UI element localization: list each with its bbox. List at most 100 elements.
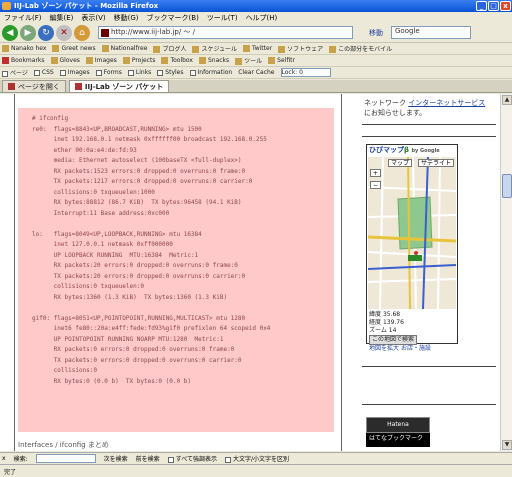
- menu-tools[interactable]: ツール(T): [207, 13, 238, 23]
- folder-icon: [278, 46, 286, 53]
- divider: [362, 124, 496, 125]
- zoom-in-button[interactable]: +: [370, 169, 382, 177]
- checkbox-icon: [2, 70, 8, 77]
- find-input[interactable]: [35, 454, 96, 463]
- checkbox-icon: [127, 69, 134, 76]
- bookmark-item[interactable]: Nanako hex: [2, 45, 46, 52]
- toolbar-item[interactable]: ツール: [235, 56, 262, 65]
- bookmark-item[interactable]: スケジュール: [192, 44, 237, 53]
- scroll-down-icon[interactable]: ▼: [502, 440, 512, 450]
- toolbar-item[interactable]: Projects: [122, 57, 155, 64]
- devbar-item[interactable]: Clear Cache: [238, 69, 274, 76]
- map-search-button[interactable]: この地図で検索: [369, 335, 418, 345]
- reload-icon[interactable]: ↻: [38, 24, 54, 41]
- find-prev-button[interactable]: 前を検索: [136, 454, 160, 463]
- toolbar-item[interactable]: Images: [85, 57, 117, 64]
- vertical-scrollbar[interactable]: ▲ ▼: [500, 94, 512, 451]
- devbar-item[interactable]: Images: [59, 69, 90, 76]
- toolbar-item[interactable]: Snacks: [198, 57, 229, 64]
- go-button[interactable]: 移動: [369, 28, 383, 38]
- zoom-out-button[interactable]: −: [370, 181, 382, 189]
- devbar-item[interactable]: Links: [127, 69, 151, 76]
- bookmarks-toolbar: Nanako hex Greet news Nationalfree ブログ人 …: [0, 43, 512, 55]
- url-field[interactable]: http://www.iij-lab.jp/ 〜 /: [98, 26, 353, 39]
- page-content: # ifconfig re0: flags=8843<UP,BROADCAST,…: [0, 94, 500, 451]
- match-case-checkbox[interactable]: 大文字/小文字を区別: [224, 454, 289, 463]
- devbar-item[interactable]: CSS: [33, 69, 54, 76]
- menu-help[interactable]: ヘルプ(H): [246, 13, 278, 23]
- checkbox-icon: [59, 69, 66, 76]
- forward-arrow-icon[interactable]: ▶: [20, 24, 36, 41]
- firefox-icon: [2, 2, 11, 10]
- bookmark-item[interactable]: ブログ人: [153, 44, 186, 53]
- menu-go[interactable]: 移動(G): [114, 13, 139, 23]
- home-icon[interactable]: ⌂: [74, 24, 90, 41]
- x-icon: [2, 57, 9, 64]
- map-link[interactable]: お店・施設: [401, 345, 431, 352]
- checkbox-icon: [189, 69, 196, 76]
- status-bar: 完了: [0, 464, 512, 477]
- stop-icon[interactable]: ✕: [56, 24, 72, 41]
- close-button[interactable]: x: [500, 1, 511, 11]
- folder-icon: [52, 45, 60, 52]
- menu-bar: ファイル(F) 編集(E) 表示(V) 移動(G) ブックマーク(B) ツール(…: [0, 12, 512, 23]
- map-title: ひびマップβ by Google: [369, 146, 440, 154]
- maximize-button[interactable]: □: [488, 1, 499, 11]
- back-arrow-icon[interactable]: ◀: [2, 24, 18, 41]
- checkbox-icon: [95, 69, 102, 76]
- map-canvas[interactable]: マップ サテライト + −: [368, 157, 456, 309]
- folder-icon: [101, 45, 109, 52]
- scroll-thumb[interactable]: [502, 174, 512, 198]
- satellite-button[interactable]: サテライト: [418, 159, 455, 167]
- folder-icon: [268, 57, 276, 64]
- web-developer-toolbar: ページ CSS Images Forms Links Styles Inform…: [0, 67, 512, 79]
- devbar-item[interactable]: ページ: [2, 68, 28, 77]
- favicon-icon: [74, 83, 82, 90]
- bookmark-item[interactable]: Twitter: [243, 45, 272, 52]
- devbar-dropdown[interactable]: Lock: 0: [280, 68, 331, 77]
- folder-icon: [122, 57, 130, 64]
- devbar-item[interactable]: Information: [189, 69, 232, 76]
- map-link[interactable]: 地図を拡大: [369, 345, 399, 352]
- scroll-up-icon[interactable]: ▲: [502, 95, 512, 105]
- tab-strip: ページを開く IIJ-Lab ゾーン パケット: [0, 80, 512, 93]
- folder-icon: [2, 45, 9, 52]
- navigation-toolbar: ◀ ▶ ↻ ✕ ⌂ http://www.iij-lab.jp/ 〜 / 移動 …: [0, 23, 512, 43]
- toolbar-item[interactable]: Bookmarks: [2, 57, 45, 64]
- menu-bookmarks[interactable]: ブックマーク(B): [147, 13, 199, 23]
- favicon-icon: [8, 83, 15, 90]
- badge-banner[interactable]: Hatena: [366, 417, 430, 433]
- checkbox-icon: [33, 69, 40, 76]
- map-type-button[interactable]: マップ: [388, 159, 413, 167]
- tab-iij-lab[interactable]: IIJ-Lab ゾーン パケット: [68, 80, 170, 92]
- bookmark-item[interactable]: この部分をモバイル: [329, 44, 392, 53]
- gear-icon: [50, 57, 58, 64]
- menu-file[interactable]: ファイル(F): [4, 13, 42, 23]
- search-input[interactable]: Google: [391, 26, 471, 39]
- folder-icon: [329, 46, 337, 53]
- folder-icon: [198, 57, 206, 64]
- folder-icon: [192, 46, 200, 53]
- toolbar-item[interactable]: Selfitr: [268, 57, 295, 64]
- divider: [362, 366, 496, 367]
- sidebar-link[interactable]: インターネットサービス: [408, 99, 485, 107]
- bookmark-item[interactable]: Nationalfree: [101, 45, 147, 52]
- badge-banner[interactable]: はてなブックマーク: [366, 433, 430, 447]
- minimize-button[interactable]: _: [476, 1, 487, 11]
- toolbar-item[interactable]: Gloves: [50, 57, 80, 64]
- menu-edit[interactable]: 編集(E): [50, 13, 74, 23]
- highlight-all-checkbox[interactable]: すべて強調表示: [167, 454, 217, 463]
- bookmark-item[interactable]: ソフトウェア: [278, 44, 323, 53]
- toolbar-item[interactable]: Toolbox: [161, 57, 193, 64]
- find-bar: x 検索: 次を検索 前を検索 すべて強調表示 大文字/小文字を区別: [0, 452, 512, 464]
- bookmark-item[interactable]: Greet news: [52, 45, 96, 52]
- tab-newpage[interactable]: ページを開く: [2, 80, 66, 92]
- find-close-button[interactable]: x: [2, 455, 6, 462]
- map-info: 緯度 35.68 経度 139.76 ズーム 14 この地図で検索 地図を拡大 …: [369, 311, 431, 352]
- find-next-button[interactable]: 次を検索: [104, 454, 128, 463]
- window-title: IIJ-Lab ゾーン パケット - Mozilla Firefox: [14, 2, 159, 10]
- menu-view[interactable]: 表示(V): [81, 13, 105, 23]
- map-widget: ひびマップβ by Google マップ サテライト + − 緯度 35.68 …: [366, 144, 458, 352]
- devbar-item[interactable]: Forms: [95, 69, 122, 76]
- devbar-item[interactable]: Styles: [157, 69, 184, 76]
